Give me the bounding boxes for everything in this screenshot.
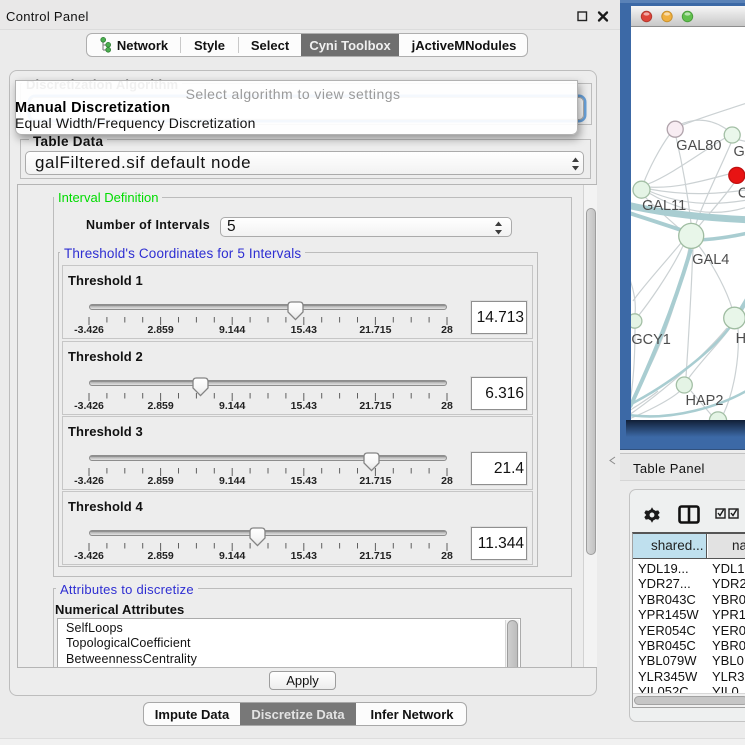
svg-text:HAP2: HAP2	[686, 393, 724, 409]
svg-text:GA: GA	[734, 144, 745, 160]
svg-text:GAL4: GAL4	[692, 252, 729, 268]
svg-text:C: C	[738, 186, 745, 202]
svg-text:GAL80: GAL80	[676, 138, 721, 154]
svg-text:GCY1: GCY1	[631, 332, 671, 348]
svg-text:GAL11: GAL11	[642, 198, 686, 214]
svg-text:H: H	[736, 331, 745, 347]
